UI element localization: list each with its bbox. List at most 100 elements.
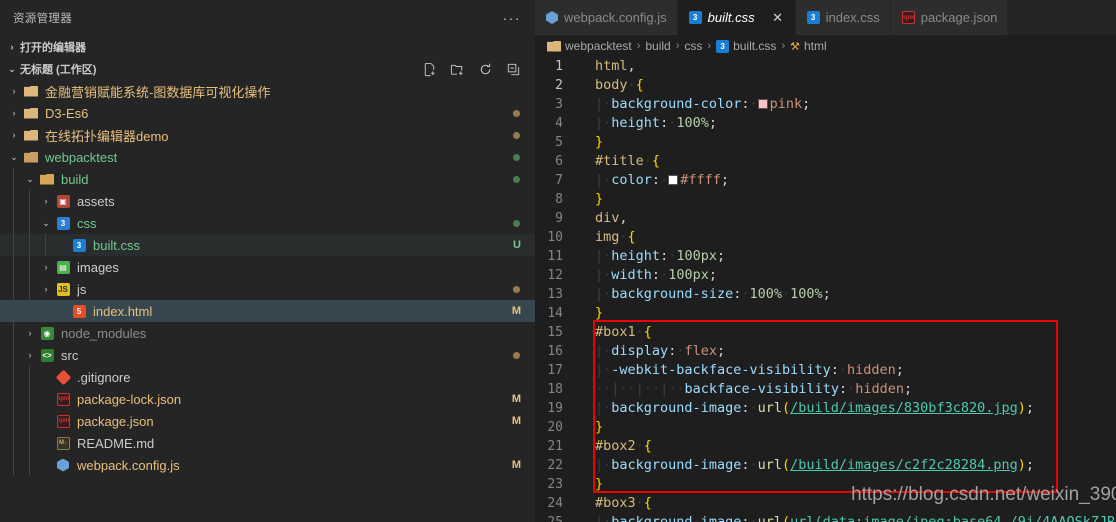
breadcrumb-item-css[interactable]: css bbox=[684, 39, 702, 53]
chevron-right-icon[interactable]: › bbox=[40, 262, 52, 272]
tree-item-label: webpacktest bbox=[45, 149, 118, 165]
tree-item-webpacktest[interactable]: ⌄ webpacktest bbox=[0, 146, 535, 168]
close-icon[interactable]: ✕ bbox=[771, 10, 785, 26]
asset-link[interactable]: /build/images/c2f2c28284.png bbox=[790, 457, 1018, 473]
chevron-down-icon[interactable]: ⌄ bbox=[40, 218, 52, 229]
section-workspace[interactable]: ⌄ 无标题 (工作区) bbox=[0, 58, 535, 80]
indent-guide bbox=[13, 344, 14, 366]
editor-tab-webpack.config.js[interactable]: webpack.config.js bbox=[535, 0, 678, 35]
git-change-dot bbox=[513, 153, 520, 161]
code-line[interactable]: 1 html, bbox=[535, 57, 1116, 76]
chevron-down-icon[interactable]: ⌄ bbox=[8, 152, 20, 163]
line-number: 4 bbox=[555, 116, 563, 131]
tree-item-images[interactable]: › ▤ images bbox=[0, 256, 535, 278]
breadcrumb-item-built.css[interactable]: 3 built.css bbox=[716, 39, 776, 53]
breadcrumb-item-html[interactable]: ⚒ html bbox=[790, 39, 827, 53]
chevron-right-icon[interactable]: › bbox=[8, 86, 20, 96]
breadcrumb-item-webpacktest[interactable]: webpacktest bbox=[547, 39, 632, 53]
tree-item-src[interactable]: › <> src bbox=[0, 344, 535, 366]
tree-item-css[interactable]: ⌄ 3 css bbox=[0, 212, 535, 234]
code-line[interactable]: 10 img·{ bbox=[535, 228, 1116, 247]
new-file-icon[interactable] bbox=[422, 62, 437, 77]
code-line[interactable]: 2 body·{ bbox=[535, 76, 1116, 95]
tree-item-package-lock.json[interactable]: npm package-lock.json M bbox=[0, 388, 535, 410]
more-actions-icon[interactable]: ··· bbox=[503, 11, 522, 25]
editor-tab-package.json[interactable]: npm package.json bbox=[890, 0, 1009, 35]
breadcrumb[interactable]: webpacktest › build › css › 3 built.css › ⚒ html bbox=[535, 35, 1116, 57]
tree-item-assets[interactable]: › ▣ assets bbox=[0, 190, 535, 212]
chevron-right-icon[interactable]: › bbox=[40, 196, 52, 206]
indent-guide bbox=[13, 322, 14, 344]
code-line[interactable]: 8} bbox=[535, 190, 1116, 209]
explorer-title-bar: 资源管理器 ··· bbox=[0, 0, 535, 36]
section-open-editors[interactable]: › 打开的编辑器 bbox=[0, 36, 535, 58]
new-folder-icon[interactable] bbox=[450, 62, 465, 77]
tree-item-webpack.config.js[interactable]: webpack.config.js M bbox=[0, 454, 535, 476]
code-line[interactable]: 13 |·background-size:·100%·100%; bbox=[535, 285, 1116, 304]
breadcrumb-item-build[interactable]: build bbox=[645, 39, 670, 53]
code-line[interactable]: 22 |·background-image:·url(/build/images/… bbox=[535, 456, 1116, 475]
tree-item-d3-es6[interactable]: › D3-Es6 bbox=[0, 102, 535, 124]
code-line[interactable]: 12 |·width:·100px; bbox=[535, 266, 1116, 285]
code-line[interactable]: 6 #title·{ bbox=[535, 152, 1116, 171]
asset-link[interactable]: url(data:image/jpeg;base64,/9j/4AAQSkZJR… bbox=[790, 514, 1116, 522]
tree-item--demo[interactable]: › 在线拓扑编辑器demo bbox=[0, 124, 535, 146]
file-tree[interactable]: › 金融营销赋能系统-图数据库可视化操作 › D3-Es6 › 在线拓扑编辑器demo ⌄ w… bbox=[0, 80, 535, 522]
indent-guide bbox=[13, 212, 14, 234]
refresh-icon[interactable] bbox=[478, 62, 493, 77]
indent-guide bbox=[13, 300, 14, 322]
line-number: 9 bbox=[555, 211, 563, 226]
tree-item--[interactable]: › 金融营销赋能系统-图数据库可视化操作 bbox=[0, 80, 535, 102]
indent-guide bbox=[13, 388, 14, 410]
color-swatch[interactable] bbox=[668, 175, 679, 185]
chevron-down-icon[interactable]: ⌄ bbox=[24, 174, 36, 185]
tree-item-build[interactable]: ⌄ build bbox=[0, 168, 535, 190]
chevron-right-icon[interactable]: › bbox=[40, 284, 52, 294]
code-line-text: |·background-image:·url(url(data:image/j… bbox=[583, 513, 1116, 522]
asset-link[interactable]: /build/images/830bf3c820.jpg bbox=[790, 400, 1018, 416]
tree-item-label: build bbox=[61, 171, 89, 187]
indent-guide bbox=[45, 300, 46, 322]
tree-item-node-modules[interactable]: › ◉ node_modules bbox=[0, 322, 535, 344]
tree-item-label: 金融营销赋能系统-图数据库可视化操作 bbox=[45, 84, 271, 100]
code-line[interactable]: 4 |·height:·100%; bbox=[535, 114, 1116, 133]
code-line[interactable]: 19 |·background-image:·url(/build/images/… bbox=[535, 399, 1116, 418]
indent-guide bbox=[29, 212, 30, 234]
code-line[interactable]: 18 ··|··|··|··backface-visibility:·hidden… bbox=[535, 380, 1116, 399]
tree-item-readme.md[interactable]: M↓ README.md bbox=[0, 432, 535, 454]
code-line[interactable]: 16 |·display:·flex; bbox=[535, 342, 1116, 361]
tree-item-index.html[interactable]: 5 index.html M bbox=[0, 300, 535, 322]
chevron-right-icon[interactable]: › bbox=[8, 108, 20, 118]
code-line[interactable]: 5} bbox=[535, 133, 1116, 152]
code-line[interactable]: 11 |·height:·100px; bbox=[535, 247, 1116, 266]
code-line[interactable]: 3 |·background-color:· pink; bbox=[535, 95, 1116, 114]
tree-item-.gitignore[interactable]: .gitignore bbox=[0, 366, 535, 388]
code-line-text: |·-webkit-backface-visibility:·hidden; bbox=[595, 362, 904, 378]
code-line[interactable]: 20} bbox=[535, 418, 1116, 437]
folder-icon bbox=[40, 173, 54, 185]
collapse-all-icon[interactable] bbox=[506, 62, 521, 77]
code-line[interactable]: 17 |·-webkit-backface-visibility:·hidden; bbox=[535, 361, 1116, 380]
chevron-right-icon[interactable]: › bbox=[24, 328, 36, 338]
code-line[interactable]: 25|·background-image:·url(url(data:image… bbox=[535, 513, 1116, 522]
git-status-badge: M bbox=[511, 459, 521, 471]
editor-tab-built.css[interactable]: 3 built.css ✕ bbox=[677, 0, 796, 35]
code-line[interactable]: 15 #box1·{ bbox=[535, 323, 1116, 342]
chevron-right-icon[interactable]: › bbox=[24, 350, 36, 360]
tree-item-built.css[interactable]: 3 built.css U bbox=[0, 234, 535, 256]
code-line-text: img·{ bbox=[595, 229, 636, 245]
color-swatch[interactable] bbox=[757, 99, 768, 109]
code-line[interactable]: 21 #box2·{ bbox=[535, 437, 1116, 456]
tab-label: package.json bbox=[920, 10, 998, 25]
tree-item-package.json[interactable]: npm package.json M bbox=[0, 410, 535, 432]
chevron-right-icon[interactable]: › bbox=[8, 130, 20, 140]
code-line[interactable]: 9 div, bbox=[535, 209, 1116, 228]
code-editor[interactable]: 1 html, 2 body·{3 |·background-color:· pink; 4… bbox=[535, 57, 1116, 522]
code-line-text: |·display:·flex; bbox=[595, 343, 726, 359]
git-status-badge: U bbox=[513, 239, 521, 251]
code-line[interactable]: 14} bbox=[535, 304, 1116, 323]
editor-tab-index.css[interactable]: 3 index.css bbox=[795, 0, 891, 35]
tree-item-js[interactable]: › JS js bbox=[0, 278, 535, 300]
folder-icon bbox=[24, 129, 38, 141]
code-line[interactable]: 7 |·color:· #ffff; bbox=[535, 171, 1116, 190]
